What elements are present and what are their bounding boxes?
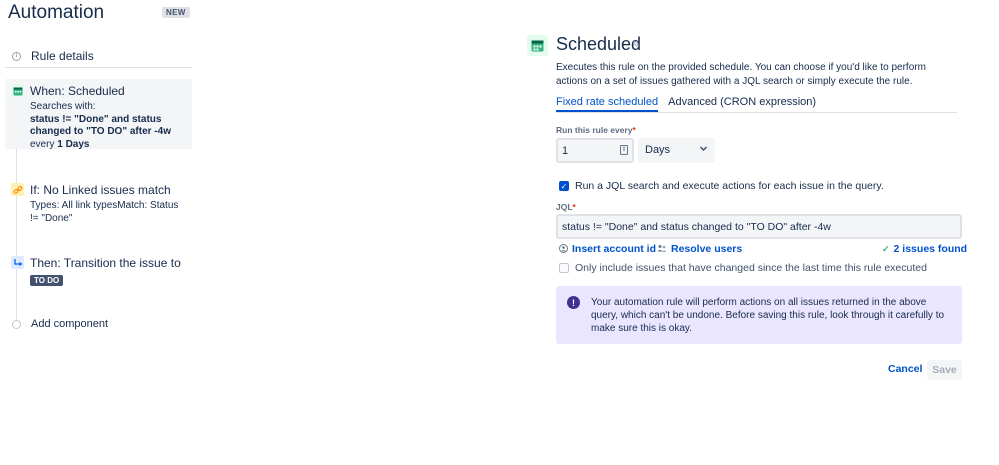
link-icon bbox=[11, 183, 24, 196]
jql-label: JQL* bbox=[556, 202, 576, 212]
exclamation-icon: ! bbox=[567, 296, 580, 309]
status-lozenge: TO DO bbox=[30, 275, 64, 286]
step-title: If: No Linked issues match bbox=[30, 183, 171, 197]
checkbox-unchecked-icon[interactable] bbox=[559, 263, 569, 273]
transition-icon bbox=[11, 256, 24, 269]
run-every-unit-select[interactable]: Days bbox=[638, 138, 715, 163]
rule-details-label: Rule details bbox=[31, 49, 94, 63]
warning-panel: ! Your automation rule will perform acti… bbox=[556, 286, 962, 344]
tab-fixed-rate[interactable]: Fixed rate scheduled bbox=[556, 96, 659, 112]
calendar-icon bbox=[11, 84, 24, 97]
insert-account-id-label: Insert account id bbox=[572, 243, 657, 255]
page-title: Automation bbox=[8, 2, 105, 23]
user-icon bbox=[559, 243, 568, 255]
save-button[interactable]: Save bbox=[927, 360, 962, 380]
insert-account-id-link[interactable]: Insert account id bbox=[559, 243, 656, 255]
issues-found-label: 2 issues found bbox=[893, 243, 968, 255]
step-every-value: 1 Days bbox=[57, 138, 90, 150]
resolve-users-label: Resolve users bbox=[671, 243, 743, 255]
pencil-icon[interactable]: ✎ bbox=[632, 40, 640, 51]
resolve-users-link[interactable]: Resolve users bbox=[657, 243, 742, 255]
trigger-description: Executes this rule on the provided sched… bbox=[556, 62, 926, 87]
tab-cron[interactable]: Advanced (CRON expression) bbox=[668, 96, 816, 112]
add-dot-icon bbox=[12, 319, 21, 329]
run-every-unit-value: Days bbox=[645, 144, 671, 156]
only-include-label: Only include issues that have changed si… bbox=[575, 262, 927, 274]
stepper-icon[interactable]: ⇕ bbox=[620, 145, 628, 155]
jql-search-checkbox-label: Run a JQL search and execute actions for… bbox=[575, 180, 884, 192]
schedule-tabs: Fixed rate scheduled Advanced (CRON expr… bbox=[556, 96, 957, 113]
add-component-button[interactable]: Add component bbox=[12, 318, 108, 330]
divider bbox=[5, 67, 192, 68]
add-component-label: Add component bbox=[31, 318, 109, 330]
only-include-checkbox-row[interactable]: Only include issues that have changed si… bbox=[559, 262, 927, 274]
new-badge: NEW bbox=[162, 7, 190, 18]
jql-search-checkbox-row[interactable]: ✓ Run a JQL search and execute actions f… bbox=[559, 180, 884, 192]
step-when-scheduled[interactable]: When: Scheduled Searches with: status !=… bbox=[5, 79, 192, 150]
trigger-title: Scheduled bbox=[556, 34, 642, 54]
step-title: Then: Transition the issue to bbox=[30, 256, 181, 270]
checkbox-checked-icon[interactable]: ✓ bbox=[559, 181, 569, 191]
cancel-button[interactable]: Cancel bbox=[880, 361, 930, 379]
step-title: When: Scheduled bbox=[30, 84, 125, 98]
users-icon bbox=[657, 244, 667, 255]
info-icon: i bbox=[12, 51, 21, 61]
warning-text: Your automation rule will perform action… bbox=[591, 297, 945, 334]
calendar-icon bbox=[527, 35, 548, 56]
step-searches-label: Searches with: bbox=[30, 101, 96, 112]
run-every-input[interactable]: 1 ⇕ bbox=[556, 138, 634, 163]
step-every-prefix: every bbox=[30, 138, 55, 150]
chevron-down-icon bbox=[699, 144, 708, 155]
check-icon: ✓ bbox=[882, 243, 890, 254]
jql-input[interactable]: status != "Done" and status changed to "… bbox=[556, 214, 962, 239]
issues-found-link[interactable]: ✓ 2 issues found bbox=[882, 243, 967, 255]
rule-details-item[interactable]: i Rule details bbox=[12, 44, 192, 68]
step-then-transition[interactable]: Then: Transition the issue to TO DO bbox=[5, 251, 192, 289]
run-every-value: 1 bbox=[562, 145, 569, 157]
step-if-linked-issues[interactable]: If: No Linked issues match Types: All li… bbox=[5, 178, 192, 224]
run-every-label: Run this rule every* bbox=[556, 125, 636, 135]
step-condition-text: Types: All link typesMatch: Status != "D… bbox=[30, 200, 179, 224]
step-query: status != "Done" and status changed to "… bbox=[30, 113, 171, 138]
